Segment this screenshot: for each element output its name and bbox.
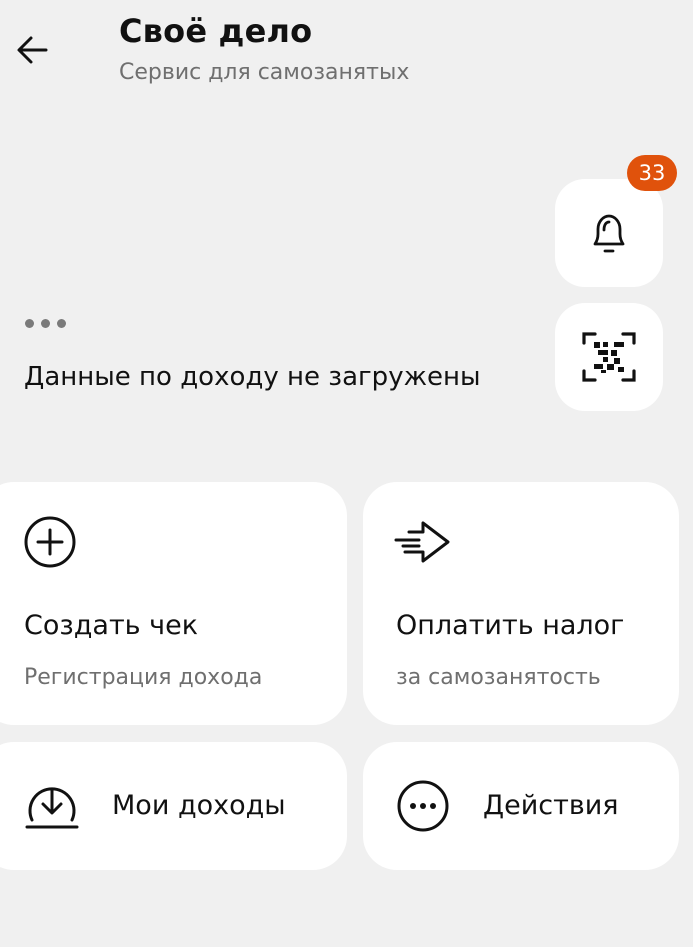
- page-title: Своё дело: [119, 12, 313, 50]
- qr-code-scan-icon: [582, 332, 636, 382]
- pay-tax-card[interactable]: Оплатить налог за самозанятость: [363, 482, 679, 725]
- more-dots-circle-icon: [393, 776, 453, 836]
- more-actions-title: Действия: [483, 790, 619, 821]
- back-button[interactable]: [8, 26, 56, 74]
- my-income-title: Мои доходы: [112, 790, 286, 821]
- arrow-send-icon: [393, 512, 453, 572]
- create-receipt-card[interactable]: Создать чек Регистрация дохода: [0, 482, 347, 725]
- page-subtitle: Сервис для самозанятых: [119, 60, 410, 85]
- download-circle-icon: [22, 775, 82, 835]
- loading-dots-icon: [25, 319, 66, 328]
- pay-tax-subtitle: за самозанятость: [396, 665, 601, 690]
- create-receipt-subtitle: Регистрация дохода: [24, 665, 263, 690]
- qr-scan-button[interactable]: [555, 303, 663, 411]
- more-actions-card[interactable]: Действия: [363, 742, 679, 870]
- plus-circle-icon: [20, 512, 80, 572]
- notification-count-badge: 33: [627, 155, 677, 191]
- income-status-text: Данные по доходу не загружены: [24, 362, 481, 392]
- bell-icon: [593, 214, 625, 253]
- notifications-button[interactable]: [555, 179, 663, 287]
- pay-tax-title: Оплатить налог: [396, 610, 625, 641]
- my-income-card[interactable]: Мои доходы: [0, 742, 347, 870]
- create-receipt-title: Создать чек: [24, 610, 199, 641]
- arrow-left-icon: [17, 36, 48, 64]
